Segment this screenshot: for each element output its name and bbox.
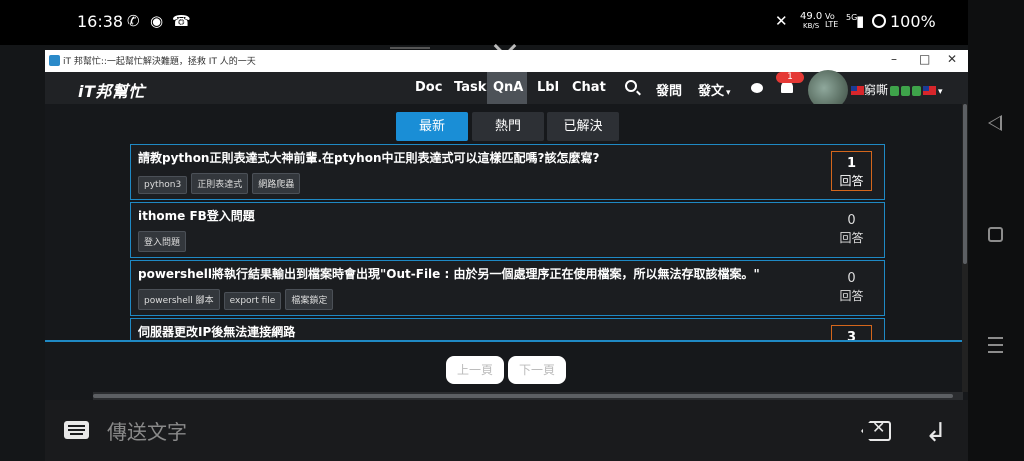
minimize-button[interactable]: – [891, 52, 897, 66]
username: 窮嘶 [864, 83, 889, 97]
question-tags: python3 正則表達式 網路爬蟲 [138, 172, 304, 194]
home-icon[interactable] [988, 227, 1003, 242]
missed-call-icon: ☎ [172, 12, 191, 30]
answer-count-box: 1 回答 [831, 151, 872, 191]
answer-count: 0 [847, 271, 856, 286]
question-title[interactable]: 伺服器更改IP後無法連接網路 [138, 323, 295, 340]
tag[interactable]: python3 [138, 176, 188, 194]
recents-icon[interactable] [988, 337, 1003, 358]
answer-count: 0 [847, 213, 856, 228]
drag-handle[interactable] [390, 47, 430, 49]
window-titlebar[interactable]: iT 邦幫忙::一起幫忙解決難題，拯救 IT 人的一天 – □ ✕ [45, 50, 968, 72]
nav-qna[interactable]: QnA [493, 80, 523, 95]
scrollbar-thumb[interactable] [93, 394, 953, 398]
tag[interactable]: 網路爬蟲 [252, 173, 301, 194]
lte-label: LTE [825, 20, 839, 29]
tab-solved[interactable]: 已解決 [547, 112, 619, 141]
answer-label: 回答 [839, 231, 864, 245]
answer-count: 3 [846, 330, 857, 340]
nav-task[interactable]: Task [454, 80, 486, 95]
answer-count: 1 [846, 156, 857, 171]
site-header: iT邦幫忙 Doc Task QnA Lbl Chat 發問 發文 ▾ 1 窮嘶 ▾ [45, 70, 968, 110]
post-label: 發文 [698, 84, 725, 99]
question-card: ithome FB登入問題 登入問題 0 回答 [130, 202, 885, 258]
keyboard-icon[interactable] [64, 421, 89, 439]
network-speed-value: 49.0 [800, 11, 823, 22]
signal-bars-icon: ▮ [856, 12, 865, 30]
messenger-icon: ✆ [127, 12, 140, 30]
volte-indicator: Vo LTE [825, 13, 838, 29]
network-speed-unit: KB/S [803, 22, 820, 30]
chevron-down-icon: ▾ [938, 87, 943, 97]
answer-count-box: 0 回答 [831, 209, 872, 249]
main-content: 最新 熱門 已解決 請教python正則表達式大神前輩.在ptyhon中正則表達… [45, 104, 968, 392]
medal-icon [912, 85, 922, 96]
prev-page-button[interactable]: 上一頁 [446, 356, 504, 384]
horizontal-scrollbar[interactable] [93, 392, 963, 400]
post-menu[interactable]: 發文 ▾ [698, 80, 731, 99]
battery-icon [872, 14, 886, 28]
tab-hot[interactable]: 熱門 [472, 112, 544, 141]
medal-icon [890, 85, 900, 96]
answer-label: 回答 [839, 289, 864, 303]
tab-latest[interactable]: 最新 [396, 112, 468, 141]
tag[interactable]: export file [223, 292, 282, 310]
divider [45, 340, 968, 342]
text-input-bar: ✕ ↲ [45, 400, 968, 461]
question-tags: powershell 腳本 export file 檔案鎖定 [138, 288, 337, 310]
mute-icon: ✕ [775, 12, 788, 30]
close-button[interactable]: ✕ [947, 52, 957, 66]
taiwan-flag-icon [851, 86, 864, 95]
question-card: 伺服器更改IP後無法連接網路 3 回答 [130, 318, 885, 340]
answer-count-box: 3 回答 [831, 325, 872, 340]
maximize-button[interactable]: □ [919, 52, 930, 66]
battery-percent: 100% [890, 12, 936, 31]
chat-bubble-icon[interactable] [751, 83, 763, 93]
backspace-x-icon: ✕ [872, 418, 886, 437]
back-icon[interactable] [988, 115, 1002, 131]
answer-count-box: 0 回答 [831, 267, 872, 307]
tag[interactable]: 登入問題 [138, 231, 187, 252]
medal-icon [901, 85, 911, 96]
window-title: iT 邦幫忙::一起幫忙解決難題，拯救 IT 人的一天 [63, 57, 256, 67]
question-tags: 登入問題 [138, 230, 190, 252]
question-title[interactable]: 請教python正則表達式大神前輩.在ptyhon中正則表達式可以這樣匹配嗎?該… [138, 149, 599, 166]
nav-lbl[interactable]: Lbl [537, 80, 559, 95]
send-text-input[interactable] [107, 418, 707, 446]
scrollbar-thumb[interactable] [963, 104, 967, 264]
question-card: powershell將執行結果輸出到檔案時會出現"Out-File : 由於另一… [130, 260, 885, 316]
browser-window: iT 邦幫忙::一起幫忙解決難題，拯救 IT 人的一天 – □ ✕ iT邦幫忙 … [45, 50, 968, 400]
favicon-icon [49, 55, 60, 66]
question-list: 請教python正則表達式大神前輩.在ptyhon中正則表達式可以這樣匹配嗎?該… [130, 144, 885, 340]
question-title[interactable]: powershell將執行結果輸出到檔案時會出現"Out-File : 由於另一… [138, 265, 760, 282]
taiwan-flag-icon [923, 86, 937, 95]
tag[interactable]: powershell 腳本 [138, 289, 220, 310]
status-time: 16:38 [77, 12, 124, 31]
nav-doc[interactable]: Doc [415, 80, 442, 95]
answer-label: 回答 [839, 174, 864, 188]
site-logo[interactable]: iT邦幫忙 [78, 78, 145, 102]
chat-icon: ◉ [150, 12, 164, 30]
tag[interactable]: 檔案鎖定 [285, 289, 334, 310]
user-menu[interactable]: 窮嘶 ▾ [851, 81, 943, 98]
notification-badge: 1 [776, 72, 804, 83]
nav-chat[interactable]: Chat [572, 80, 606, 95]
screen: 16:38 ✆ ◉ ☎ ✕ 49.0 KB/S Vo LTE 5G ▮ 100%… [0, 0, 1024, 461]
tag[interactable]: 正則表達式 [191, 173, 249, 194]
ask-button[interactable]: 發問 [656, 80, 682, 99]
next-page-button[interactable]: 下一頁 [508, 356, 566, 384]
question-card: 請教python正則表達式大神前輩.在ptyhon中正則表達式可以這樣匹配嗎?該… [130, 144, 885, 200]
network-speed: 49.0 KB/S [800, 11, 823, 31]
chevron-down-icon: ▾ [726, 88, 731, 98]
status-bar: 16:38 ✆ ◉ ☎ ✕ 49.0 KB/S Vo LTE 5G ▮ 100% [0, 0, 968, 45]
enter-icon[interactable]: ↲ [925, 418, 947, 448]
question-title[interactable]: ithome FB登入問題 [138, 207, 255, 224]
search-icon[interactable] [625, 80, 637, 92]
